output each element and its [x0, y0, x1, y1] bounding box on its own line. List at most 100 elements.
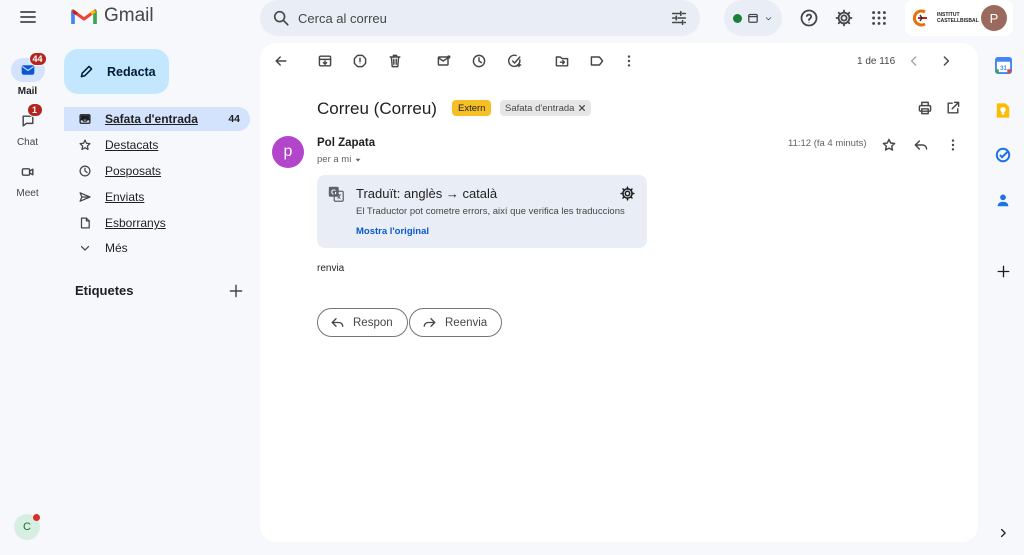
pagination-text: 1 de 116 [857, 56, 896, 67]
nav-item-drafts[interactable]: Esborranys [64, 211, 250, 235]
nav-item-sent[interactable]: Enviats [64, 185, 250, 209]
message-more-button[interactable] [945, 137, 961, 153]
apps-grid-icon [872, 11, 886, 25]
sender-name[interactable]: Pol Zapata [317, 137, 375, 149]
rail-mail[interactable]: 44 Mail [0, 52, 55, 97]
contacts-icon [997, 194, 1009, 207]
labels-button[interactable] [588, 52, 606, 70]
contacts-app-button[interactable] [994, 191, 1012, 209]
clock-icon [472, 54, 486, 68]
nav-item-inbox[interactable]: Safata d'entrada 44 [64, 107, 250, 131]
chevron-left-icon [910, 56, 917, 66]
older-button[interactable] [937, 52, 955, 70]
active-status-dot [733, 13, 742, 23]
label-icon [590, 56, 604, 66]
search-filters-icon[interactable] [670, 9, 688, 27]
rail-meet[interactable]: Meet [0, 160, 55, 199]
reply-icon-button[interactable] [913, 137, 929, 153]
nav-item-starred[interactable]: Destacats [64, 133, 250, 157]
back-button[interactable] [272, 52, 290, 70]
archive-button[interactable] [316, 52, 334, 70]
inbox-count: 44 [228, 113, 240, 125]
print-button[interactable] [917, 100, 933, 116]
nav-item-label: Posposats [105, 164, 162, 178]
folder-label-chip[interactable]: Safata d'entrada [500, 100, 592, 116]
show-original-link[interactable]: Mostra l'original [356, 226, 429, 237]
keep-icon [996, 102, 1010, 118]
nav-item-label: Destacats [105, 138, 159, 152]
mark-unread-button[interactable] [435, 52, 453, 70]
account-switcher[interactable]: INSTITUT CASTELLBISBAL P [905, 0, 1013, 36]
svg-text:31: 31 [1000, 64, 1007, 71]
profile-initial: C [23, 521, 31, 533]
newer-button[interactable] [905, 52, 923, 70]
get-addons-button[interactable] [994, 262, 1012, 280]
open-new-window-button[interactable] [945, 100, 961, 116]
plus-icon [997, 265, 1009, 277]
gmail-logo[interactable]: Gmail [71, 5, 154, 27]
institute-name: INSTITUT CASTELLBISBAL [937, 12, 979, 24]
reply-icon [914, 140, 928, 150]
search-input[interactable] [298, 10, 670, 26]
translation-title: Traduït: anglès → català [356, 186, 498, 201]
status-selector[interactable] [724, 0, 782, 36]
delete-button[interactable] [386, 52, 404, 70]
gear-icon [620, 186, 635, 201]
add-task-button[interactable] [506, 52, 524, 70]
print-icon [918, 101, 932, 115]
settings-button[interactable] [832, 6, 856, 30]
chevron-down-icon [80, 245, 90, 251]
send-icon [79, 192, 91, 202]
forward-label: Reenvia [445, 316, 488, 329]
account-avatar[interactable]: P [981, 5, 1007, 31]
archive-icon [318, 55, 332, 67]
rail-meet-label: Meet [16, 188, 39, 199]
help-button[interactable] [797, 6, 821, 30]
reply-button[interactable]: Respon [317, 308, 408, 337]
compose-label: Redacta [107, 64, 156, 79]
mark-unread-icon [437, 55, 451, 66]
add-label-button[interactable] [228, 283, 244, 299]
calendar-icon: 31 [994, 56, 1012, 74]
close-icon[interactable] [578, 104, 586, 112]
compose-button[interactable]: Redacta [64, 49, 169, 94]
snooze-button[interactable] [470, 52, 488, 70]
arrow-back-icon [275, 56, 287, 66]
video-camera-icon [21, 168, 34, 176]
gmail-m-icon [71, 9, 97, 24]
main-menu-button[interactable] [14, 5, 42, 29]
move-to-button[interactable] [553, 52, 571, 70]
recipient-details[interactable]: per a mi [317, 154, 362, 165]
nav-item-label: Enviats [105, 190, 145, 204]
mail-unread-badge: 44 [28, 52, 47, 66]
show-side-panel-button[interactable] [994, 524, 1012, 542]
status-dot [33, 514, 40, 521]
calendar-app-button[interactable]: 31 [994, 56, 1012, 74]
rail-chat-label: Chat [16, 137, 39, 148]
search-icon[interactable] [272, 9, 290, 27]
chat-unread-badge: 1 [26, 103, 43, 117]
star-button[interactable] [881, 137, 897, 153]
keep-app-button[interactable] [994, 101, 1012, 119]
rail-chat[interactable]: 1 Chat [0, 103, 55, 148]
translation-disclaimer: El Traductor pot cometre errors, així qu… [356, 206, 625, 217]
labels-heading: Etiquetes [75, 283, 134, 298]
forward-button[interactable]: Reenvia [409, 308, 503, 337]
report-spam-button[interactable] [351, 52, 369, 70]
more-options-button[interactable] [620, 52, 638, 70]
folder-label-text: Safata d'entrada [505, 102, 575, 114]
tasks-app-button[interactable] [994, 146, 1012, 164]
nav-item-label: Safata d'entrada [105, 112, 198, 126]
nav-item-more[interactable]: Més [64, 236, 250, 260]
app-name: Gmail [104, 5, 154, 26]
translation-settings-button[interactable] [619, 185, 636, 202]
search-bar[interactable] [260, 0, 700, 36]
star-icon [79, 139, 91, 151]
apps-button[interactable] [867, 6, 891, 30]
chevron-right-icon [943, 56, 950, 66]
plus-icon [229, 284, 243, 298]
nav-item-snoozed[interactable]: Posposats [64, 159, 250, 183]
calendar-status-icon [748, 13, 758, 23]
profile-status-avatar[interactable]: C [14, 514, 40, 540]
sender-avatar[interactable]: p [272, 136, 304, 168]
